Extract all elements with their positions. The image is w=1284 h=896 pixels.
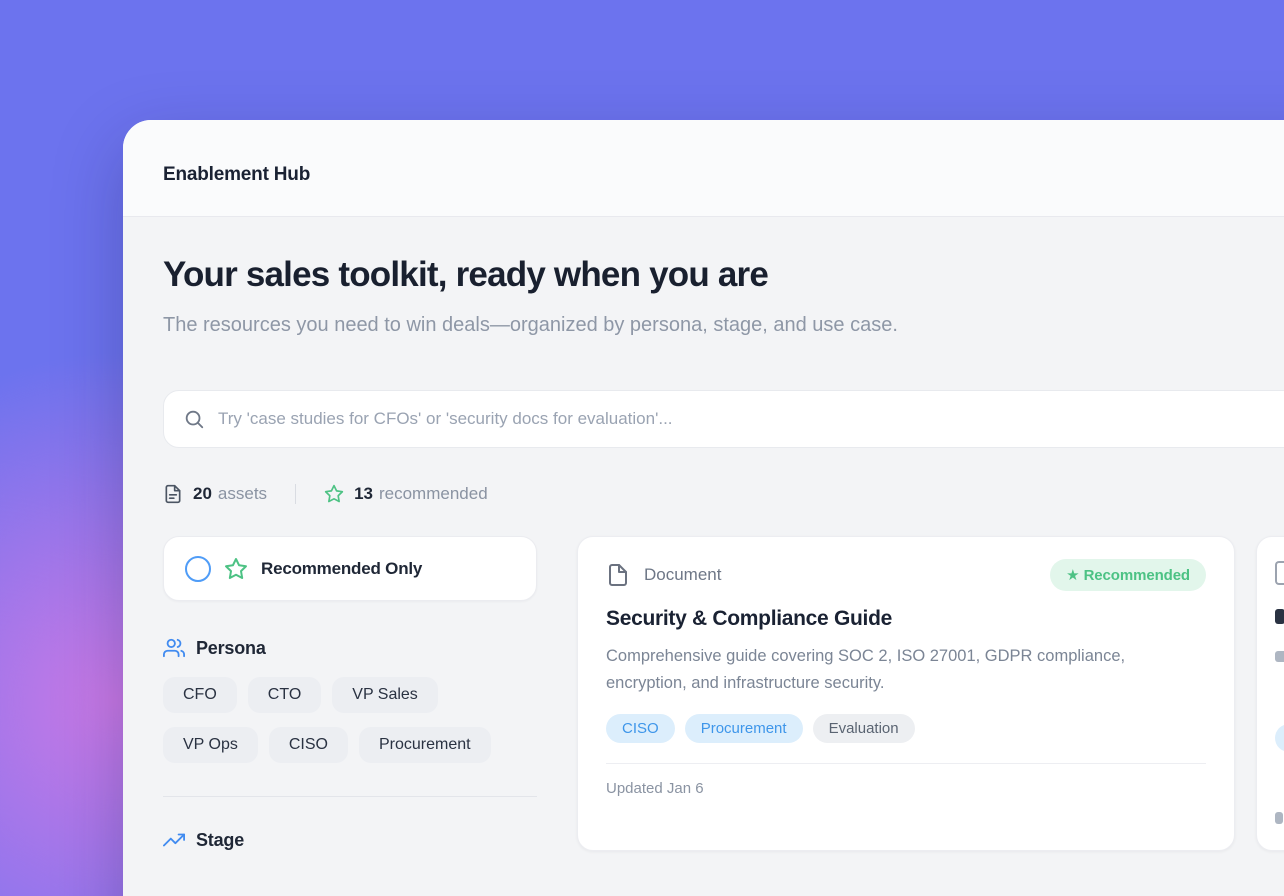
document-count-icon [163, 484, 183, 504]
main-window: Enablement Hub Your sales toolkit, ready… [123, 120, 1284, 896]
asset-updated: Updated Jan 6 [606, 780, 1206, 797]
asset-description: Comprehensive guide covering SOC 2, ISO … [606, 643, 1196, 697]
persona-section-header: Persona [163, 637, 537, 659]
app-header: Enablement Hub [123, 120, 1284, 217]
recommended-badge: ★ Recommended [1050, 559, 1206, 591]
search-input[interactable] [218, 409, 1284, 429]
assets-label: assets [218, 484, 267, 504]
clipped-description [1275, 651, 1284, 662]
clipped-title [1275, 609, 1284, 624]
clipped-document-icon [1275, 561, 1284, 585]
app-title: Enablement Hub [163, 164, 310, 186]
card-divider [606, 763, 1206, 764]
clipped-tag [1275, 724, 1284, 752]
persona-chips: CFO CTO VP Sales VP Ops CISO Procurement [163, 677, 537, 763]
tag-evaluation[interactable]: Evaluation [813, 714, 915, 743]
toggle-circle-icon[interactable] [185, 556, 211, 582]
trending-up-icon [163, 829, 185, 851]
users-icon [163, 637, 185, 659]
persona-chip-vp-ops[interactable]: VP Ops [163, 727, 258, 763]
recommended-only-toggle[interactable]: Recommended Only [163, 536, 537, 601]
persona-chip-cto[interactable]: CTO [248, 677, 321, 713]
search-bar[interactable] [163, 390, 1284, 448]
page-title: Your sales toolkit, ready when you are [163, 255, 1284, 295]
page-content: Your sales toolkit, ready when you are T… [123, 217, 1284, 851]
sidebar-divider [163, 796, 537, 797]
asset-tags: CISO Procurement Evaluation [606, 714, 1206, 743]
persona-chip-procurement[interactable]: Procurement [359, 727, 491, 763]
asset-title: Security & Compliance Guide [606, 607, 1206, 631]
asset-type-label: Document [644, 565, 721, 585]
stage-title: Stage [196, 830, 244, 851]
tag-ciso[interactable]: CISO [606, 714, 675, 743]
persona-title: Persona [196, 638, 266, 659]
filter-sidebar: Recommended Only Persona CFO CTO VP Sale… [163, 536, 537, 851]
clipped-updated [1275, 812, 1283, 824]
star-icon [224, 557, 248, 581]
persona-chip-ciso[interactable]: CISO [269, 727, 348, 763]
tag-procurement[interactable]: Procurement [685, 714, 803, 743]
stats-row: 20 assets 13 recommended [163, 484, 1284, 504]
asset-type: Document [606, 563, 721, 587]
recommended-label: recommended [379, 484, 488, 504]
document-icon [606, 563, 630, 587]
page-subtitle: The resources you need to win deals—orga… [163, 309, 978, 342]
asset-card-clipped[interactable] [1256, 536, 1284, 851]
persona-chip-cfo[interactable]: CFO [163, 677, 237, 713]
search-icon [183, 408, 205, 430]
persona-chip-vp-sales[interactable]: VP Sales [332, 677, 438, 713]
stats-divider [295, 484, 296, 504]
assets-count: 20 [193, 484, 212, 504]
recommended-star-icon [324, 484, 344, 504]
recommended-only-label: Recommended Only [261, 559, 422, 579]
asset-cards: Document ★ Recommended Security & Compli… [577, 536, 1284, 851]
stage-section-header: Stage [163, 829, 537, 851]
asset-card-security-compliance[interactable]: Document ★ Recommended Security & Compli… [577, 536, 1235, 851]
recommended-count: 13 [354, 484, 373, 504]
